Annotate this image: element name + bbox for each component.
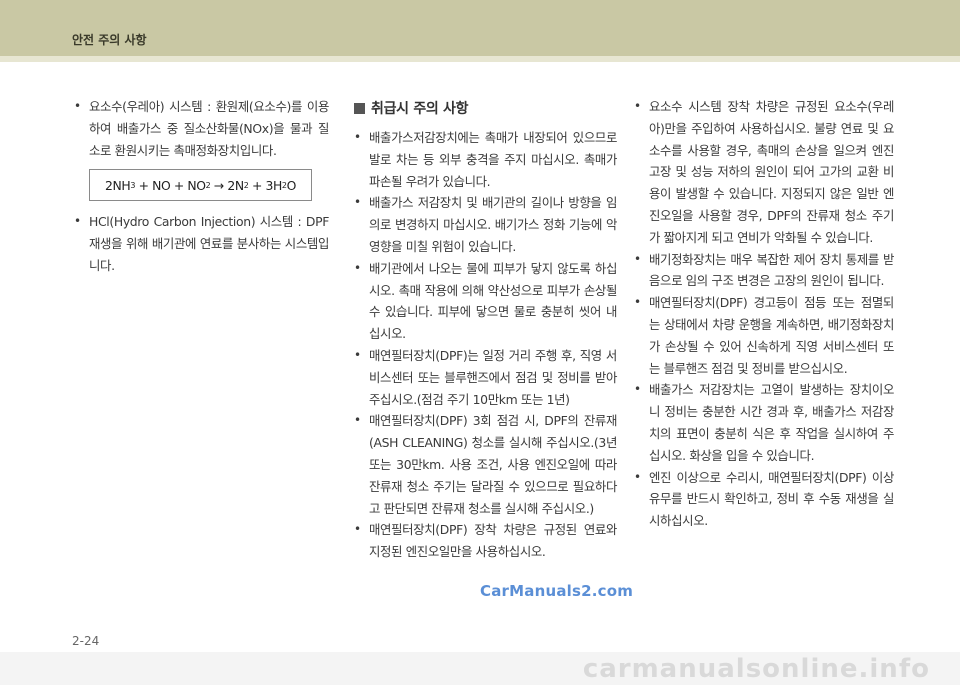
item-text: 매연필터장치(DPF) 3회 점검 시, DPF의 잔류재(ASH CLEANI… (369, 413, 617, 516)
bullet-icon: • (634, 99, 641, 113)
chemical-formula-box: 2NH 3 + NO + NO 2 → 2N 2 + 3H 2 O (89, 169, 312, 202)
bullet-icon: • (354, 260, 361, 275)
item-text: 매연필터장치(DPF) 경고등이 점등 또는 점멸되는 상태에서 차량 운행을 … (649, 295, 894, 376)
item-text: 배출가스 저감장치는 고열이 발생하는 장치이오니 정비는 충분한 시간 경과 … (649, 382, 894, 463)
item-text: 배기정화장치는 매우 복잡한 제어 장치 통제를 받음으로 임의 구조 변경은 … (649, 251, 894, 289)
list-item: • 매연필터장치(DPF)는 일정 거리 주행 후, 직영 서비스센터 또는 블루… (352, 345, 617, 410)
formula-part: + 3H (248, 177, 282, 193)
list-item: • 매연필터장치(DPF) 경고등이 점등 또는 점멸되는 상태에서 차량 운행을… (632, 292, 894, 379)
list-item: • 배출가스 저감장치는 고열이 발생하는 장치이오니 정비는 충분한 시간 경과… (632, 379, 894, 466)
bullet-icon: • (354, 195, 361, 210)
list-item: • 엔진 이상으로 수리시, 매연필터장치(DPF) 이상 유무를 반드시 확인하… (632, 467, 894, 532)
list-item: • 요소수(우레아) 시스템 : 환원제(요소수)를 이용하여 배출가스 중 질… (72, 96, 329, 161)
list-item: • 요소수 시스템 장착 차량은 규정된 요소수(우레아)만을 주입하여 사용하십… (632, 96, 894, 249)
list-item: • 매연필터장치(DPF) 장착 차량은 규정된 연료와 지정된 엔진오일만을 사… (352, 519, 617, 563)
item-text: 배기관에서 나오는 물에 피부가 닿지 않도록 하십시오. 촉매 작용에 의해 … (369, 260, 617, 342)
watermark-link[interactable]: CarManuals2.com (480, 582, 633, 600)
formula-part: O (286, 177, 297, 193)
item-text: 매연필터장치(DPF) 장착 차량은 규정된 연료와 지정된 엔진오일만을 사용… (369, 522, 617, 560)
item-text: 요소수 시스템 장착 차량은 규정된 요소수(우레아)만을 주입하여 사용하십시… (649, 99, 894, 245)
list-item: • 배출가스저감장치에는 촉매가 내장되어 있으므로 발로 차는 등 외부 충격을… (352, 127, 617, 192)
bullet-icon: • (634, 295, 641, 310)
list-item: • 매연필터장치(DPF) 3회 점검 시, DPF의 잔류재(ASH CLEAN… (352, 410, 617, 519)
square-bullet-icon (354, 102, 365, 114)
list-item: • HCl(Hydro Carbon Injection) 시스템 : DPF … (72, 211, 329, 276)
formula-part: + NO + NO (135, 177, 206, 193)
bullet-icon: • (74, 214, 81, 229)
bullet-icon: • (634, 469, 641, 484)
column-middle: 취급시 주의 사항 • 배출가스저감장치에는 촉매가 내장되어 있으므로 발로 차… (352, 96, 617, 563)
bullet-icon: • (354, 413, 361, 428)
bullet-icon: • (74, 99, 81, 113)
watermark-footer: carmanualsonline.info (0, 652, 960, 685)
section-title: 취급시 주의 사항 (371, 101, 469, 117)
item-text: 배출가스저감장치에는 촉매가 내장되어 있으므로 발로 차는 등 외부 충격을 … (369, 130, 617, 189)
item-text: 엔진 이상으로 수리시, 매연필터장치(DPF) 이상 유무를 반드시 확인하고… (649, 469, 894, 529)
header-divider (0, 56, 960, 62)
page-number: 2-24 (72, 634, 100, 648)
formula-arrow: → (210, 177, 228, 193)
item-text: HCl(Hydro Carbon Injection) 시스템 : DPF 재생… (89, 214, 329, 273)
item-text: 요소수(우레아) 시스템 : 환원제(요소수)를 이용하여 배출가스 중 질소산… (89, 99, 329, 158)
item-text: 배출가스 저감장치 및 배기관의 길이나 방향을 임의로 변경하지 마십시오. … (369, 195, 617, 254)
formula-part: 2N (227, 177, 244, 193)
column-left: • 요소수(우레아) 시스템 : 환원제(요소수)를 이용하여 배출가스 중 질… (72, 96, 329, 277)
item-text: 매연필터장치(DPF)는 일정 거리 주행 후, 직영 서비스센터 또는 블루핸… (369, 347, 617, 407)
column-right: • 요소수 시스템 장착 차량은 규정된 요소수(우레아)만을 주입하여 사용하십… (632, 96, 894, 532)
section-header-title: 안전 주의 사항 (72, 33, 147, 47)
bullet-icon: • (354, 130, 361, 144)
bullet-icon: • (354, 522, 361, 537)
list-item: • 배출가스 저감장치 및 배기관의 길이나 방향을 임의로 변경하지 마십시오.… (352, 192, 617, 257)
formula-part: 2NH (105, 177, 131, 193)
bullet-icon: • (634, 382, 641, 397)
list-item: • 배기정화장치는 매우 복잡한 제어 장치 통제를 받음으로 임의 구조 변경은… (632, 249, 894, 293)
section-heading: 취급시 주의 사항 (352, 98, 617, 118)
watermark-text: carmanualsonline.info (582, 654, 930, 684)
bullet-icon: • (634, 251, 641, 266)
list-item: • 배기관에서 나오는 물에 피부가 닿지 않도록 하십시오. 촉매 작용에 의해… (352, 258, 617, 345)
bullet-icon: • (354, 347, 361, 362)
